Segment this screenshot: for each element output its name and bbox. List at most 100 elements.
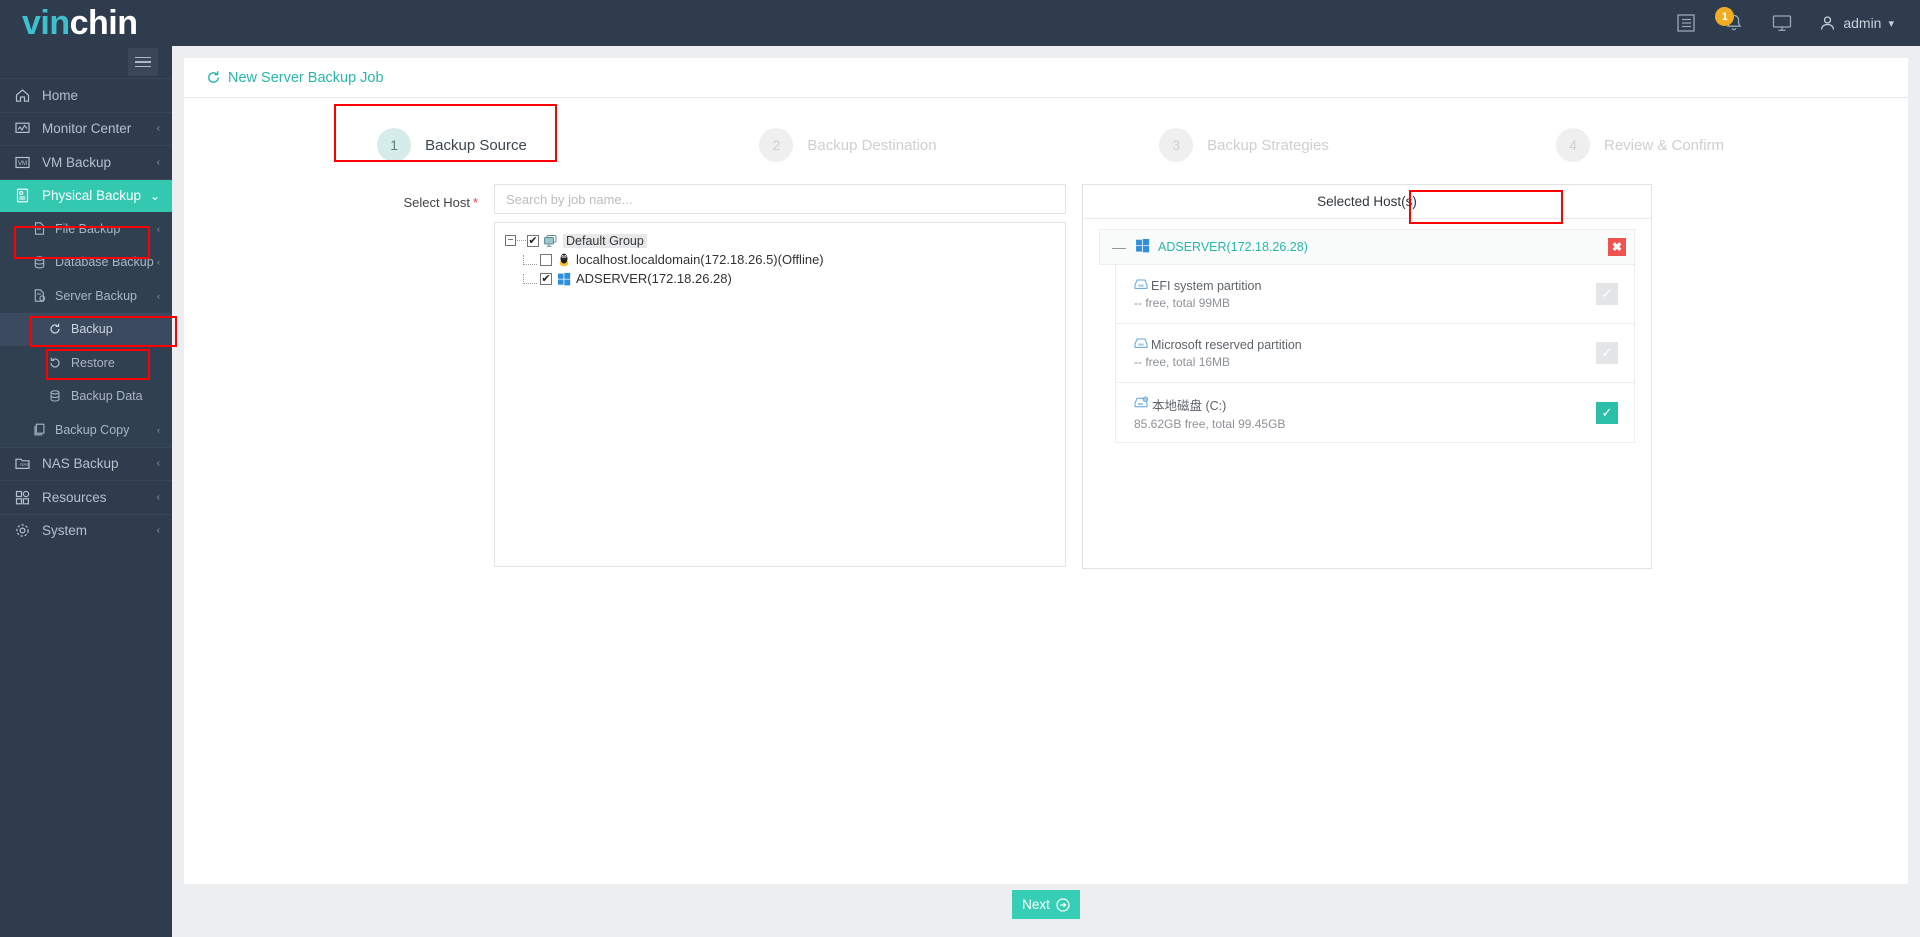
tree-label: ADSERVER(172.18.26.28)	[576, 271, 732, 286]
logo-text-secondary: chin	[69, 4, 138, 42]
tree-node-localhost[interactable]: localhost.localdomain(172.18.26.5)(Offli…	[505, 250, 1055, 269]
application-root: vinchin 1 admin ▾ Home Monitor Center ‹ …	[0, 0, 1920, 937]
sidebar-item-system[interactable]: System ‹	[0, 513, 172, 548]
logo-text-primary: vin	[22, 4, 70, 42]
restore-icon	[48, 356, 66, 370]
step-label: Backup Strategies	[1207, 136, 1329, 154]
step-number: 3	[1159, 128, 1194, 162]
partition-detail: 85.62GB free, total 99.45GB	[1134, 416, 1286, 431]
nas-icon: NAS	[14, 455, 36, 472]
app-logo[interactable]: vinchin	[0, 0, 210, 46]
sidebar-label: NAS Backup	[42, 456, 119, 472]
next-button[interactable]: Next	[1012, 890, 1080, 919]
sidebar-item-server-backup[interactable]: Server Backup ‹	[0, 279, 172, 313]
sidebar-item-home[interactable]: Home	[0, 78, 172, 112]
sidebar-item-monitor-center[interactable]: Monitor Center ‹	[0, 111, 172, 146]
partition-checkbox-disabled: ✓	[1596, 342, 1618, 364]
svg-text:VM: VM	[18, 161, 27, 167]
header-actions: 1 admin ▾	[1675, 7, 1920, 34]
sidebar-item-nas-backup[interactable]: NAS NAS Backup ‹	[0, 446, 172, 481]
sidebar-label: File Backup	[55, 221, 121, 236]
partition-info: EFI system partition -- free, total 99MB	[1134, 278, 1261, 311]
partition-row[interactable]: EFI system partition -- free, total 99MB…	[1116, 265, 1634, 324]
tree-expander-icon[interactable]: −	[505, 235, 516, 246]
tree-node-adserver[interactable]: ADSERVER(172.18.26.28)	[505, 269, 1055, 288]
sidebar-item-backup-copy[interactable]: Backup Copy ‹	[0, 413, 172, 447]
monitor-icon[interactable]	[1771, 12, 1793, 34]
step-number: 1	[377, 128, 412, 162]
hamburger-menu-icon[interactable]	[128, 48, 158, 76]
selected-host-row[interactable]: — ADSERVER(172.18.26.28) ✖	[1099, 229, 1635, 265]
select-host-label: Select Host	[403, 195, 470, 210]
step-label: Review & Confirm	[1603, 136, 1725, 154]
sidebar-label: Backup Copy	[55, 422, 130, 437]
sidebar-item-vm-backup[interactable]: VM VM Backup ‹	[0, 145, 172, 179]
sidebar-item-resources[interactable]: Resources ‹	[0, 480, 172, 514]
tree-node-default-group[interactable]: − Default Group	[505, 231, 1055, 250]
linux-tux-icon	[556, 252, 571, 267]
group-screens-icon	[543, 233, 558, 248]
chevron-icon: ‹	[157, 290, 160, 301]
server-doc-icon	[32, 288, 50, 303]
collapse-icon[interactable]: —	[1112, 239, 1126, 255]
step-backup-destination[interactable]: 2 Backup Destination	[650, 128, 1046, 162]
tree-connector	[523, 254, 537, 265]
sidebar-item-restore[interactable]: Restore	[0, 346, 172, 380]
partition-name-wrap: Microsoft reserved partition	[1134, 337, 1302, 352]
sidebar-item-backup[interactable]: Backup	[0, 312, 172, 346]
partition-info: 本地磁盘 (C:) 85.62GB free, total 99.45GB	[1134, 395, 1285, 431]
remove-host-button[interactable]: ✖	[1608, 238, 1626, 256]
partition-row[interactable]: 本地磁盘 (C:) 85.62GB free, total 99.45GB ✓	[1116, 383, 1634, 442]
user-menu[interactable]: admin ▾	[1819, 15, 1894, 32]
user-icon	[1821, 15, 1835, 30]
chevron-down-icon: ⌄	[149, 188, 160, 203]
list-icon[interactable]	[1675, 12, 1697, 34]
selected-hosts-body: — ADSERVER(172.18.26.28) ✖ EFI system pa…	[1083, 219, 1651, 453]
sidebar-item-database-backup[interactable]: Database Backup ‹	[0, 245, 172, 279]
tree-checkbox-localhost[interactable]	[540, 253, 552, 266]
search-input[interactable]	[494, 184, 1066, 214]
host-tree: − Default Group	[494, 222, 1066, 567]
tree-checkbox-adserver[interactable]	[540, 272, 552, 285]
wizard-footer: Next	[184, 884, 1908, 925]
sidebar-label: System	[42, 523, 88, 539]
chevron-icon: ‹	[156, 525, 160, 537]
sidebar-label: Home	[42, 87, 79, 103]
select-host-label-col: Select Host *	[184, 184, 494, 569]
partition-detail: -- free, total 99MB	[1134, 296, 1231, 310]
sidebar-nav: Home Monitor Center ‹ VM VM Backup ‹ Phy…	[0, 46, 172, 937]
select-host-row: Select Host* − Default Group	[184, 162, 1908, 569]
chevron-icon: ‹	[156, 491, 160, 503]
tree-label: localhost.localdomain(172.18.26.5)(Offli…	[576, 252, 824, 267]
step-backup-source[interactable]: 1 Backup Source	[254, 128, 650, 162]
bell-icon[interactable]: 1	[1715, 7, 1745, 34]
refresh-icon	[48, 322, 66, 336]
sidebar-label: Restore	[71, 355, 115, 370]
sidebar-label: Monitor Center	[42, 121, 132, 137]
next-button-label: Next	[1022, 897, 1050, 912]
disk-icon	[1134, 278, 1148, 293]
sidebar-label: VM Backup	[42, 154, 112, 170]
sidebar-label: Resources	[42, 489, 107, 505]
partition-info: Microsoft reserved partition -- free, to…	[1134, 337, 1302, 370]
step-label: Backup Source	[425, 136, 527, 154]
sidebar-item-file-backup[interactable]: File Backup ‹	[0, 212, 172, 246]
step-review-confirm[interactable]: 4 Review & Confirm	[1442, 128, 1838, 162]
tree-connector	[523, 273, 537, 284]
sidebar-item-physical-backup[interactable]: Physical Backup ⌄	[0, 178, 172, 212]
step-backup-strategies[interactable]: 3 Backup Strategies	[1046, 128, 1442, 162]
selected-hosts-panel: Selected Host(s) — ADSERVER(172.18.26.28…	[1082, 184, 1652, 569]
tree-connector	[517, 240, 526, 241]
sidebar-label: Physical Backup	[42, 188, 142, 204]
partition-name: 本地磁盘 (C:)	[1152, 398, 1227, 413]
local-disk-icon	[1134, 396, 1149, 412]
partition-row[interactable]: Microsoft reserved partition -- free, to…	[1116, 324, 1634, 383]
chevron-icon: ‹	[157, 257, 160, 268]
monitor-chart-icon	[14, 120, 36, 137]
file-icon	[32, 221, 50, 236]
required-asterisk: *	[472, 195, 478, 210]
partition-checkbox-checked[interactable]: ✓	[1596, 401, 1618, 424]
sidebar-item-backup-data[interactable]: Backup Data	[0, 379, 172, 413]
tree-checkbox-default-group[interactable]	[527, 234, 539, 247]
refresh-icon	[208, 71, 219, 83]
